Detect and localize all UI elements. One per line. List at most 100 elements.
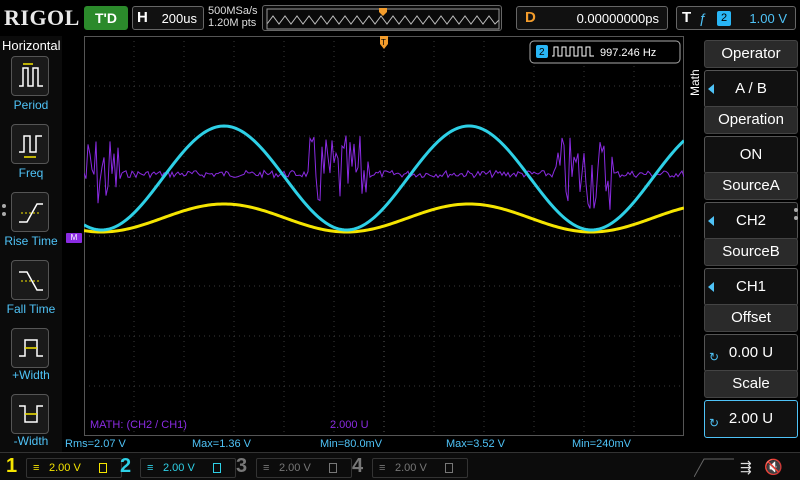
offset-section[interactable]: Offset ↻ 0.00 U — [704, 304, 798, 372]
trigger-key: T — [682, 9, 692, 26]
source-b-value: CH1 — [735, 278, 766, 295]
positive-width-label: +Width — [12, 368, 50, 382]
run-state-badge[interactable]: T'D — [84, 6, 128, 30]
rise-time-button[interactable] — [11, 192, 49, 232]
delay-box[interactable]: D 0.00000000ps — [516, 6, 668, 30]
math-label: MATH: (CH2 / CH1) — [90, 419, 187, 431]
panel-indicator-dot — [794, 208, 798, 212]
dc-coupling-icon: ≡ — [147, 462, 154, 474]
timebase-box[interactable]: H 200us — [132, 6, 204, 30]
dc-coupling-icon: ≡ — [379, 462, 386, 474]
speaker-muted-icon: 🔇 — [764, 459, 783, 476]
rise-time-label: Rise Time — [4, 234, 58, 248]
source-b-value-box[interactable]: CH1 — [704, 268, 798, 306]
fall-time-icon — [19, 271, 43, 291]
measurement-item: Rms=2.07 V — [65, 438, 126, 450]
channel-1-number: 1 — [6, 455, 18, 477]
fall-time-label: Fall Time — [6, 302, 56, 316]
measurement-bar: Rms=2.07 V Max=1.36 V Min=80.0mV Max=3.5… — [62, 436, 686, 452]
period-label: Period — [13, 98, 49, 112]
period-button[interactable] — [11, 56, 49, 96]
positive-width-button[interactable] — [11, 328, 49, 368]
frequency-button[interactable] — [11, 124, 49, 164]
freq-badge-channel: 2 — [539, 47, 545, 58]
left-arrow-icon — [708, 216, 714, 226]
bandwidth-icon — [329, 463, 337, 473]
channel-3-number: 3 — [236, 455, 248, 477]
negative-width-button[interactable] — [11, 394, 49, 434]
operator-head: Operator — [704, 40, 798, 68]
memory-depth: 1.20M pts — [208, 17, 257, 29]
source-a-value: CH2 — [735, 212, 766, 229]
freq-badge-value: 997.246 Hz — [600, 47, 656, 59]
math-menu-panel: Math Operator A / B Operation ON SourceA… — [686, 36, 800, 452]
rising-edge-icon: ƒ — [699, 10, 707, 26]
measurement-item: Max=3.52 V — [446, 438, 506, 450]
operator-section[interactable]: Operator A / B — [704, 40, 798, 108]
channel-1-scale: 2.00 V — [49, 462, 81, 474]
scale-section[interactable]: Scale ↻ 2.00 U — [704, 370, 798, 438]
channel-4-number: 4 — [352, 455, 364, 477]
operation-value: ON — [739, 146, 763, 163]
math-scale: 2.000 U — [330, 419, 369, 431]
trigger-marker-text: T — [381, 38, 386, 47]
measurement-item: Min=240mV — [572, 438, 632, 450]
negative-width-label: -Width — [13, 434, 49, 448]
offset-value: 0.00 U — [728, 344, 774, 361]
period-icon — [19, 63, 43, 87]
channel-3-box[interactable]: ≡ 2.00 V — [256, 458, 352, 478]
bandwidth-icon — [99, 463, 107, 473]
source-a-head: SourceA — [704, 172, 798, 200]
timebase-key: H — [137, 9, 148, 26]
delay-key: D — [525, 9, 536, 26]
operator-value: A / B — [735, 80, 767, 97]
menu-title: Math — [688, 69, 702, 96]
channel-1-box[interactable]: ≡ 2.00 V — [26, 458, 122, 478]
timebase-value: 200us — [161, 11, 197, 26]
brand-logo: RIGOL — [4, 5, 80, 30]
fall-time-button[interactable] — [11, 260, 49, 300]
operation-section[interactable]: Operation ON — [704, 106, 798, 174]
math-channel-marker: M — [66, 233, 82, 243]
scale-value: 2.00 U — [728, 410, 774, 427]
frequency-icon — [19, 135, 42, 158]
usb-icon: ⇶ — [740, 459, 752, 475]
trigger-box[interactable]: T ƒ 2 1.00 V — [676, 6, 796, 30]
menu-tab-notch — [694, 458, 734, 477]
channel-2-number: 2 — [120, 455, 132, 477]
trigger-position-marker — [379, 8, 387, 16]
bandwidth-icon — [445, 463, 453, 473]
operation-head: Operation — [704, 106, 798, 134]
positive-width-icon — [19, 339, 43, 357]
panel-indicator-dot — [794, 216, 798, 220]
rise-time-icon — [19, 203, 43, 223]
source-a-section[interactable]: SourceA CH2 — [704, 172, 798, 240]
source-b-section[interactable]: SourceB CH1 — [704, 238, 798, 306]
offset-head: Offset — [704, 304, 798, 332]
negative-width-icon — [19, 405, 43, 423]
sample-info: 500MSa/s 1.20M pts — [208, 5, 258, 29]
dc-coupling-icon: ≡ — [263, 462, 270, 474]
waveform-position-bar[interactable] — [262, 5, 502, 31]
offset-value-box[interactable]: ↻ 0.00 U — [704, 334, 798, 372]
panel-indicator-dot — [2, 212, 6, 216]
waveform-overview — [266, 8, 500, 30]
menu-title-vertical: Math — [686, 36, 704, 126]
channel-2-box[interactable]: ≡ 2.00 V — [140, 458, 236, 478]
channel-bar: 1 ≡ 2.00 V 2 ≡ 2.00 V 3 ≡ 2.00 V 4 ≡ 2.0… — [0, 452, 800, 480]
delay-value: 0.00000000ps — [576, 11, 659, 26]
left-arrow-icon — [708, 84, 714, 94]
waveform-display[interactable]: T 2 997.246 Hz MATH: (CH2 / CH1) 2.000 U — [84, 36, 684, 436]
trigger-level: 1.00 V — [749, 11, 787, 26]
trigger-source-badge: 2 — [717, 11, 731, 26]
source-b-head: SourceB — [704, 238, 798, 266]
measurement-item: Min=80.0mV — [320, 438, 383, 450]
source-a-value-box[interactable]: CH2 — [704, 202, 798, 240]
left-arrow-icon — [708, 282, 714, 292]
operation-value-box[interactable]: ON — [704, 136, 798, 174]
operator-value-box[interactable]: A / B — [704, 70, 798, 108]
scale-value-box[interactable]: ↻ 2.00 U — [704, 400, 798, 438]
dc-coupling-icon: ≡ — [33, 462, 40, 474]
horizontal-measure-panel: Horizontal Period Freq Rise Time Fall Ti… — [0, 36, 62, 452]
channel-4-box[interactable]: ≡ 2.00 V — [372, 458, 468, 478]
